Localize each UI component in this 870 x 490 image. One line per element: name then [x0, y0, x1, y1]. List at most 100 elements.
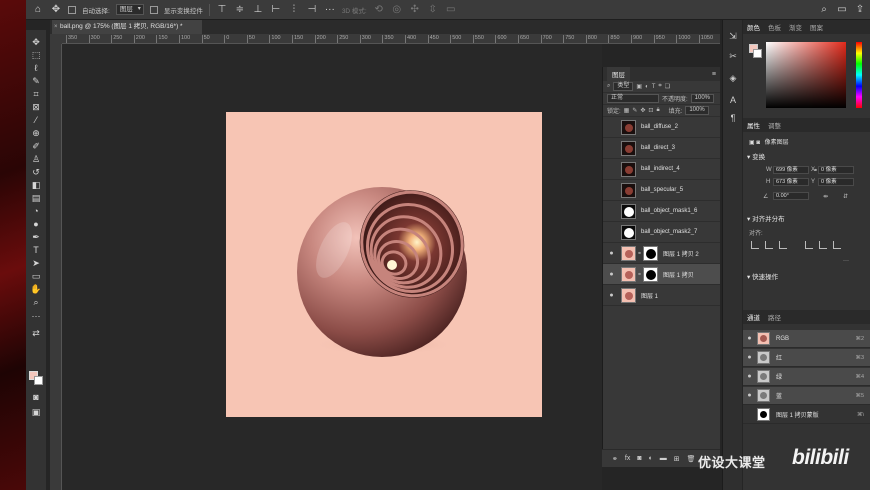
y-field[interactable]: 0 像素: [818, 178, 854, 186]
layer-row[interactable]: ● ball_object_mask1_6: [603, 201, 720, 222]
layer-row[interactable]: ● ball_indirect_4: [603, 159, 720, 180]
angle-field[interactable]: 0.00°: [773, 192, 809, 200]
align-right-icon[interactable]: ⊣: [306, 4, 318, 16]
lock-paint-icon[interactable]: ✎: [632, 107, 637, 114]
screen-mode-icon[interactable]: ▣: [29, 406, 43, 418]
visibility-eye-icon[interactable]: ●: [607, 123, 616, 132]
adjustment-layer-icon[interactable]: ◐: [649, 455, 653, 462]
layer-row[interactable]: ● ball_direct_3: [603, 138, 720, 159]
align-left-icon[interactable]: ⊢: [270, 4, 282, 16]
tab-paths[interactable]: 路径: [768, 312, 781, 322]
filter-type-icon[interactable]: T: [652, 84, 656, 90]
show-transform-checkbox[interactable]: [149, 5, 158, 14]
layer-row[interactable]: ● ⚭ 图层 1 拷贝 2: [603, 243, 720, 264]
quick-actions-header[interactable]: ▾ 快速操作: [743, 272, 778, 283]
filter-pixel-icon[interactable]: ▣: [636, 83, 642, 90]
hue-slider[interactable]: [856, 42, 862, 108]
align-top-edges-icon[interactable]: [805, 241, 813, 249]
more-icon[interactable]: ···: [843, 258, 849, 264]
crop-tool-icon[interactable]: ⌗: [29, 88, 43, 100]
width-field[interactable]: 699 像素: [773, 166, 809, 174]
visibility-eye-icon[interactable]: ●: [745, 372, 754, 381]
3d-slide-icon[interactable]: ⇳: [427, 4, 439, 16]
background-color-swatch[interactable]: [34, 376, 43, 385]
lock-move-icon[interactable]: ✥: [640, 107, 645, 114]
stamp-tool-icon[interactable]: ♙: [29, 153, 43, 165]
quick-select-tool-icon[interactable]: ✎: [29, 75, 43, 87]
tab-patterns[interactable]: 图案: [810, 22, 823, 32]
layer-kind-dropdown[interactable]: 类型: [613, 82, 634, 91]
opacity-field[interactable]: 100%: [690, 94, 715, 103]
layer-row[interactable]: ● 图层 1: [603, 285, 720, 306]
lock-pixels-icon[interactable]: ▦: [624, 107, 630, 114]
visibility-eye-icon[interactable]: ●: [745, 391, 754, 400]
add-mask-icon[interactable]: ◙: [637, 455, 641, 462]
fill-field[interactable]: 100%: [685, 106, 709, 115]
vertical-ruler[interactable]: [50, 44, 62, 490]
dodge-tool-icon[interactable]: ●: [29, 218, 43, 230]
new-layer-icon[interactable]: ⊞: [674, 455, 680, 463]
height-field[interactable]: 673 像素: [773, 178, 809, 186]
visibility-eye-icon[interactable]: ●: [607, 144, 616, 153]
color-picker-field[interactable]: [766, 42, 846, 108]
flip-vertical-icon[interactable]: ⇵: [843, 193, 848, 200]
blur-tool-icon[interactable]: ◔: [29, 205, 43, 217]
channel-row[interactable]: ● 绿 ⌘4: [743, 368, 870, 386]
layer-row[interactable]: ● ball_diffuse_2: [603, 117, 720, 138]
more-options-icon[interactable]: ···: [324, 4, 336, 16]
align-bottom-icon[interactable]: ⊥: [252, 4, 264, 16]
channel-row[interactable]: ● 图层 1 拷贝蒙版 ⌘\: [743, 406, 870, 424]
align-middle-icon[interactable]: ≑: [234, 4, 246, 16]
visibility-eye-icon[interactable]: ●: [607, 165, 616, 174]
document-canvas[interactable]: [226, 112, 542, 417]
align-left-edges-icon[interactable]: [751, 241, 759, 249]
paragraph-panel-icon[interactable]: ¶: [727, 112, 739, 124]
zoom-tool-icon[interactable]: ⌕: [29, 296, 43, 308]
layer-row[interactable]: ● ⚭ 图层 1 拷贝: [603, 264, 720, 285]
3d-roll-icon[interactable]: ◎: [391, 4, 403, 16]
flip-horizontal-icon[interactable]: ⇹: [823, 193, 828, 200]
shape-tool-icon[interactable]: ▭: [29, 270, 43, 282]
more-tools-icon[interactable]: ···: [29, 310, 43, 322]
tab-channels[interactable]: 通道: [747, 312, 760, 322]
link-layers-icon[interactable]: ⚭: [612, 455, 618, 463]
panel-background-swatch[interactable]: [753, 49, 762, 58]
delete-layer-icon[interactable]: 🗑︎: [687, 455, 696, 463]
type-tool-icon[interactable]: T: [29, 244, 43, 256]
blend-mode-dropdown[interactable]: 正常: [607, 94, 659, 103]
brush-tool-icon[interactable]: ✐: [29, 140, 43, 152]
visibility-eye-icon[interactable]: ●: [607, 249, 616, 258]
3d-scale-icon[interactable]: ▭: [445, 4, 457, 16]
marquee-tool-icon[interactable]: ⬚: [29, 49, 43, 61]
tab-properties[interactable]: 属性: [747, 120, 760, 130]
eraser-tool-icon[interactable]: ◧: [29, 179, 43, 191]
close-tab-icon[interactable]: ×: [52, 20, 58, 34]
align-bottom-edges-icon[interactable]: [833, 241, 841, 249]
align-center-icon[interactable]: ⫶: [288, 4, 300, 16]
mask-link-icon[interactable]: ⚭: [637, 271, 642, 278]
new-group-icon[interactable]: ▬: [660, 455, 667, 462]
filter-smart-icon[interactable]: ❏: [665, 83, 670, 90]
fx-icon[interactable]: fx: [625, 455, 630, 462]
hand-tool-icon[interactable]: ✋: [29, 283, 43, 295]
x-field[interactable]: 0 像素: [818, 166, 854, 174]
path-select-icon[interactable]: ➤: [29, 257, 43, 269]
move-tool-icon[interactable]: ✥: [29, 36, 43, 48]
visibility-eye-icon[interactable]: ●: [607, 291, 616, 300]
filter-adjust-icon[interactable]: ◐: [645, 84, 649, 90]
document-tab[interactable]: ball.png @ 175% (图层 1 拷贝, RGB/16*) * ×: [52, 20, 202, 34]
search-icon[interactable]: ⌕: [818, 4, 830, 16]
layer-mask-thumbnail[interactable]: [643, 266, 659, 282]
visibility-eye-icon[interactable]: ●: [745, 353, 754, 362]
visibility-eye-icon[interactable]: ●: [745, 334, 754, 343]
layers-panel-icon[interactable]: ◈: [727, 72, 739, 84]
lock-all-icon[interactable]: 🔒︎: [656, 107, 659, 114]
share-icon[interactable]: ⇪: [854, 4, 866, 16]
workspace-icon[interactable]: ▭: [836, 4, 848, 16]
visibility-eye-icon[interactable]: ●: [745, 410, 754, 419]
layer-row[interactable]: ● ball_specular_5: [603, 180, 720, 201]
visibility-eye-icon[interactable]: ●: [607, 228, 616, 237]
visibility-eye-icon[interactable]: ●: [607, 186, 616, 195]
horizontal-ruler[interactable]: 350 300 250 200 150 100 50 0 50 100 150 200 250 300 35…: [62, 34, 720, 44]
tools-preset-icon[interactable]: ✂: [727, 50, 739, 62]
